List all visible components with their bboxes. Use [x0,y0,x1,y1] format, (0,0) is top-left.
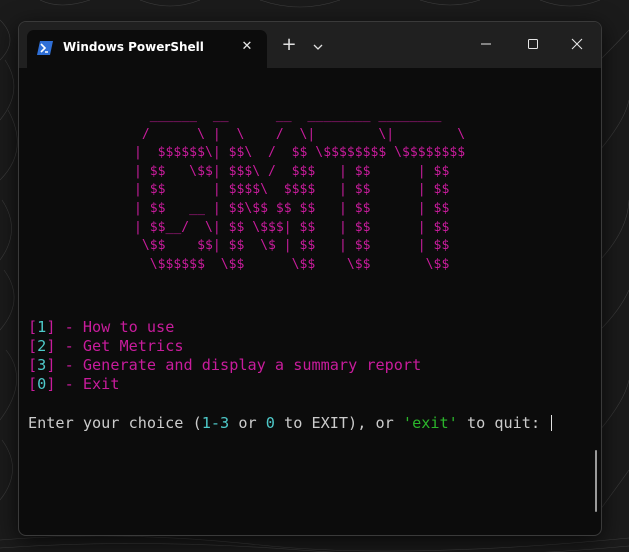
prompt-zero: 0 [265,414,275,432]
prompt-text: to EXIT), or [274,414,403,432]
terminal-output[interactable]: ______ __ __ ________ ________ / \ | \ /… [27,68,587,528]
menu-key: 2 [37,337,47,355]
text-cursor [551,415,553,431]
maximize-icon[interactable] [521,34,545,54]
prompt-text: or [229,414,266,432]
menu-label: - Generate and display a summary report [55,356,422,374]
tab-title: Windows PowerShell [63,40,204,54]
tab-windows-powershell[interactable]: Windows PowerShell ✕ [27,30,267,68]
banner-line: | $$ | $$$$\ $$$$ | $$ | $$ [134,182,450,198]
menu-label: - Get Metrics [55,337,184,355]
input-prompt[interactable]: Enter your choice (1-3 or 0 to EXIT), or… [28,414,553,432]
banner-line: | $$$$$$\| $$\ / $$ \$$$$$$$$ \$$$$$$$$ [134,145,466,161]
banner-line: \$$$$$$ \$$ \$$ \$$ \$$ [134,256,450,272]
banner-line: | $$ \$$| $$$\ / $$$ | $$ | $$ [134,163,450,179]
scrollbar-thumb[interactable] [595,450,597,512]
powershell-window: Windows PowerShell ✕ + ______ __ __ ____… [18,21,602,536]
prompt-text: Enter your choice ( [28,414,202,432]
menu-key: 3 [37,356,47,374]
title-bar[interactable]: Windows PowerShell ✕ + [19,22,601,68]
chevron-down-icon[interactable] [309,38,327,56]
menu-label: - Exit [55,375,120,393]
close-window-icon[interactable] [565,34,589,54]
new-tab-icon[interactable]: + [277,35,301,57]
menu-item-exit: [0] - Exit [28,375,120,393]
minimize-icon[interactable] [474,34,498,54]
menu-options: [1] - How to use [2] - Get Metrics [3] -… [28,318,421,394]
banner-line: \$$ $$| $$ \$ | $$ | $$ | $$ [134,238,450,254]
prompt-exit-word: 'exit' [402,414,458,432]
banner-line: / \ | \ / \| \| \ [134,126,466,142]
banner-line: ______ __ __ ________ ________ [134,108,442,123]
menu-item-how-to-use: [1] - How to use [28,318,175,336]
close-tab-icon[interactable]: ✕ [237,37,257,57]
ascii-banner: ______ __ __ ________ ________ / \ | \ /… [134,107,465,274]
banner-line: | $$ __ | $$\$$ $$ $$ | $$ | $$ [134,200,450,216]
menu-label: - How to use [55,318,175,336]
powershell-icon [37,41,53,55]
menu-key: 1 [37,318,47,336]
menu-item-summary-report: [3] - Generate and display a summary rep… [28,356,422,374]
prompt-text: to quit: [457,414,550,432]
prompt-range: 1-3 [201,414,230,432]
banner-line: | $$__/ \| $$ \$$$| $$ | $$ | $$ [134,219,450,235]
menu-key: 0 [37,375,47,393]
menu-item-get-metrics: [2] - Get Metrics [28,337,184,355]
